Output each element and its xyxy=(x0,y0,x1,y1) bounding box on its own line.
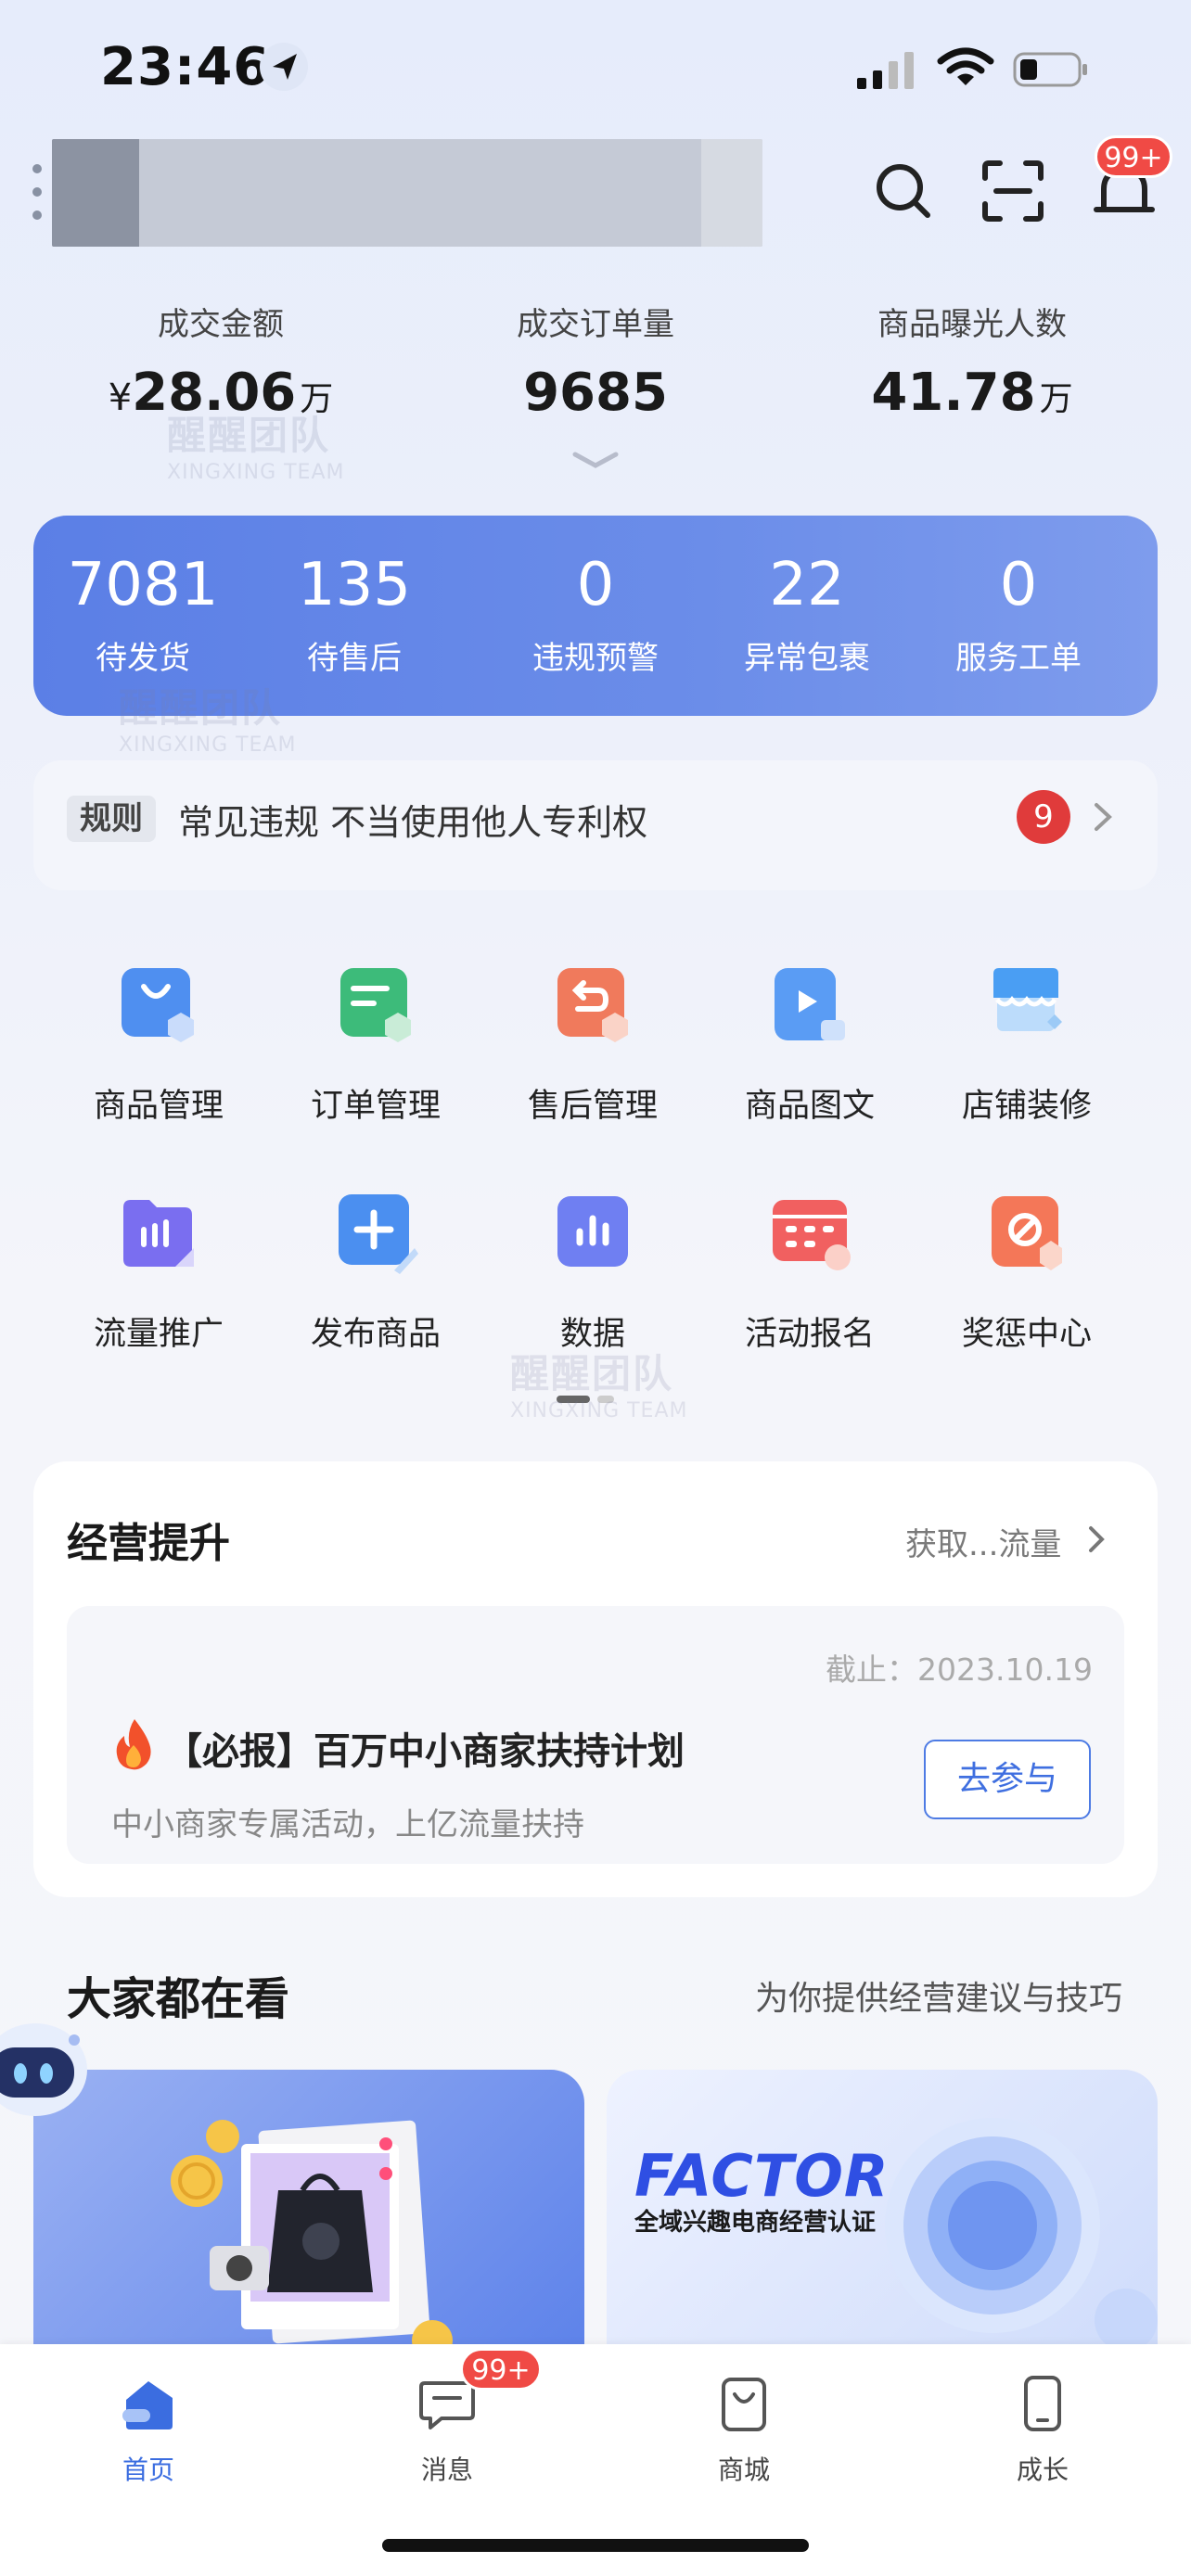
chevron-right-icon xyxy=(1093,801,1113,833)
summary-abnormal-package[interactable]: 22 异常包裹 xyxy=(701,553,913,678)
factor-subtitle: 全域兴趣电商经营认证 xyxy=(634,2209,877,2237)
grid-aftersale-management[interactable]: 售后管理 xyxy=(484,961,701,1127)
tab-home[interactable]: 首页 xyxy=(74,2374,223,2487)
bag-icon xyxy=(116,961,201,1046)
summary-service-ticket[interactable]: 0 服务工单 xyxy=(913,553,1124,678)
battery-icon xyxy=(1013,50,1089,89)
campaign-deadline: 截止：2023.10.19 xyxy=(826,1651,1093,1688)
plus-icon xyxy=(333,1189,418,1274)
store-name-banner[interactable] xyxy=(52,139,762,247)
section-title: 大家都在看 xyxy=(67,1973,290,2025)
chart-icon xyxy=(550,1189,635,1274)
section-subtitle: 为你提供经营建议与技巧 xyxy=(755,1980,1123,2018)
metric-value: 41.78 万 xyxy=(871,363,1073,423)
campaign-subtitle: 中小商家专属活动，上亿流量扶持 xyxy=(111,1806,584,1843)
more-menu-icon[interactable] xyxy=(28,161,46,223)
business-more-link[interactable]: 获取...流量 xyxy=(905,1519,1061,1564)
watermark: 醒醒团队 XINGXING TEAM xyxy=(119,685,297,757)
rule-tag: 规则 xyxy=(67,796,156,842)
metric-label: 成交订单量 xyxy=(517,306,674,343)
metric-label: 成交金额 xyxy=(158,306,284,343)
phone-icon xyxy=(1013,2374,1072,2433)
order-icon xyxy=(333,961,418,1046)
home-icon xyxy=(119,2374,178,2433)
calendar-icon xyxy=(767,1189,852,1274)
fire-icon xyxy=(111,1717,158,1771)
notification-badge: 99+ xyxy=(1095,135,1172,178)
business-title: 经营提升 xyxy=(67,1520,230,1567)
tab-growth[interactable]: 成长 xyxy=(968,2374,1117,2487)
metric-exposure[interactable]: 商品曝光人数 41.78 万 xyxy=(833,299,1111,423)
assistant-robot-icon[interactable] xyxy=(0,2003,93,2133)
campaign-headline: 【必报】百万中小商家扶持计划 xyxy=(165,1730,685,1773)
cellular-signal-icon xyxy=(857,50,918,89)
factor-logo-text: FACTOR xyxy=(634,2142,890,2210)
home-indicator xyxy=(382,2539,809,2552)
summary-violation-warning[interactable]: 0 违规预警 xyxy=(490,553,701,678)
metric-value: 9685 xyxy=(523,363,668,423)
scan-icon[interactable] xyxy=(980,158,1046,224)
watermark: 醒醒团队 XINGXING TEAM xyxy=(167,413,345,484)
grid-product-management[interactable]: 商品管理 xyxy=(50,961,267,1127)
return-icon xyxy=(550,961,635,1046)
tab-mall[interactable]: 商城 xyxy=(670,2374,818,2487)
watermark: 醒醒团队 XINGXING TEAM xyxy=(510,1351,688,1422)
status-time: 23:46 xyxy=(100,37,271,97)
media-icon xyxy=(767,961,852,1046)
summary-pending-aftersale[interactable]: 135 待售后 xyxy=(249,553,460,678)
join-button[interactable]: 去参与 xyxy=(924,1740,1091,1819)
promo-card-shopping[interactable] xyxy=(33,2070,584,2348)
metric-orders[interactable]: 成交订单量 9685 xyxy=(456,299,735,423)
traffic-icon xyxy=(116,1189,201,1274)
summary-pending-shipment[interactable]: 7081 待发货 xyxy=(37,553,249,678)
grid-reward-penalty-center[interactable]: 奖惩中心 xyxy=(918,1189,1135,1355)
messages-badge: 99+ xyxy=(460,2348,542,2391)
expand-chevron-icon[interactable] xyxy=(570,449,621,471)
grid-activity-signup[interactable]: 活动报名 xyxy=(701,1189,918,1355)
grid-product-media[interactable]: 商品图文 xyxy=(701,961,918,1127)
search-icon[interactable] xyxy=(870,158,937,224)
rule-notice-count: 9 xyxy=(1017,790,1070,844)
store-icon xyxy=(984,961,1069,1046)
location-arrow-icon xyxy=(260,43,308,91)
metric-label: 商品曝光人数 xyxy=(877,306,1067,343)
grid-traffic-promotion[interactable]: 流量推广 xyxy=(50,1189,267,1355)
shopping-bag-icon xyxy=(714,2374,774,2433)
grid-data[interactable]: 数据 xyxy=(484,1189,701,1355)
grid-order-management[interactable]: 订单管理 xyxy=(267,961,484,1127)
wifi-icon xyxy=(937,46,994,89)
rule-notice-text: 常见违规 不当使用他人专利权 xyxy=(178,802,648,843)
chevron-right-icon[interactable] xyxy=(1087,1524,1106,1554)
grid-publish-product[interactable]: 发布商品 xyxy=(267,1189,484,1355)
grid-store-decoration[interactable]: 店铺装修 xyxy=(918,961,1135,1127)
ban-icon xyxy=(984,1189,1069,1274)
